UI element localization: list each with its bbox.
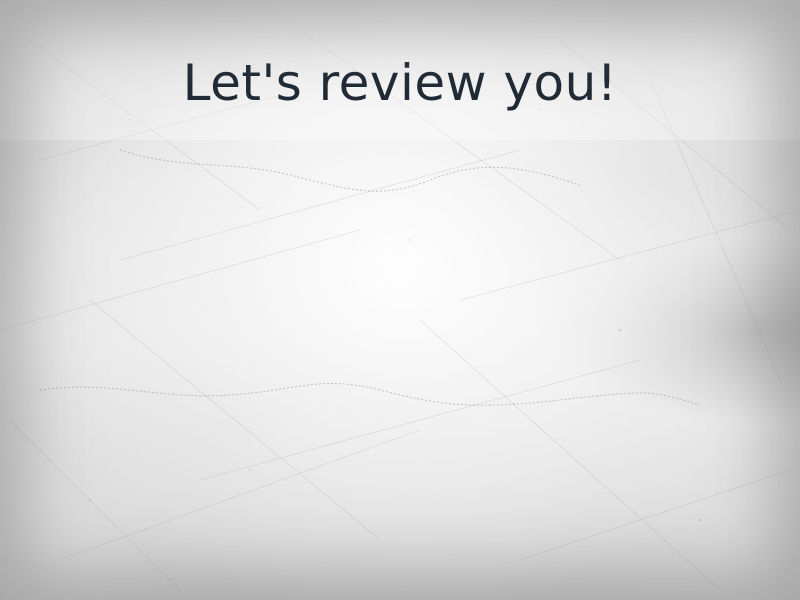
- slide: Let's review you!: [0, 0, 800, 600]
- slide-title: Let's review you!: [182, 54, 618, 112]
